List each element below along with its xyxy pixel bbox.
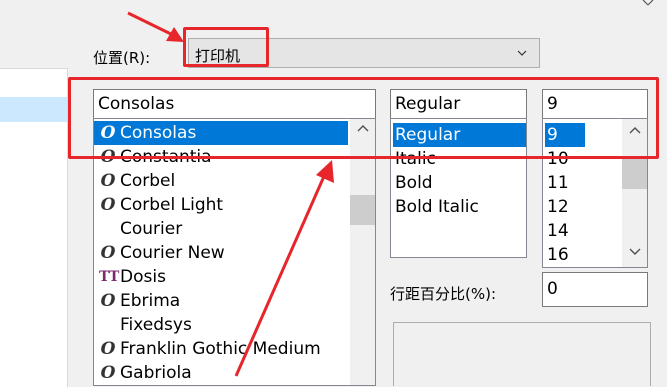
annotation-arrows	[127, 11, 334, 377]
arrow-icon	[234, 160, 334, 377]
close-icon[interactable]	[640, 0, 660, 6]
arrow-icon	[127, 11, 184, 42]
